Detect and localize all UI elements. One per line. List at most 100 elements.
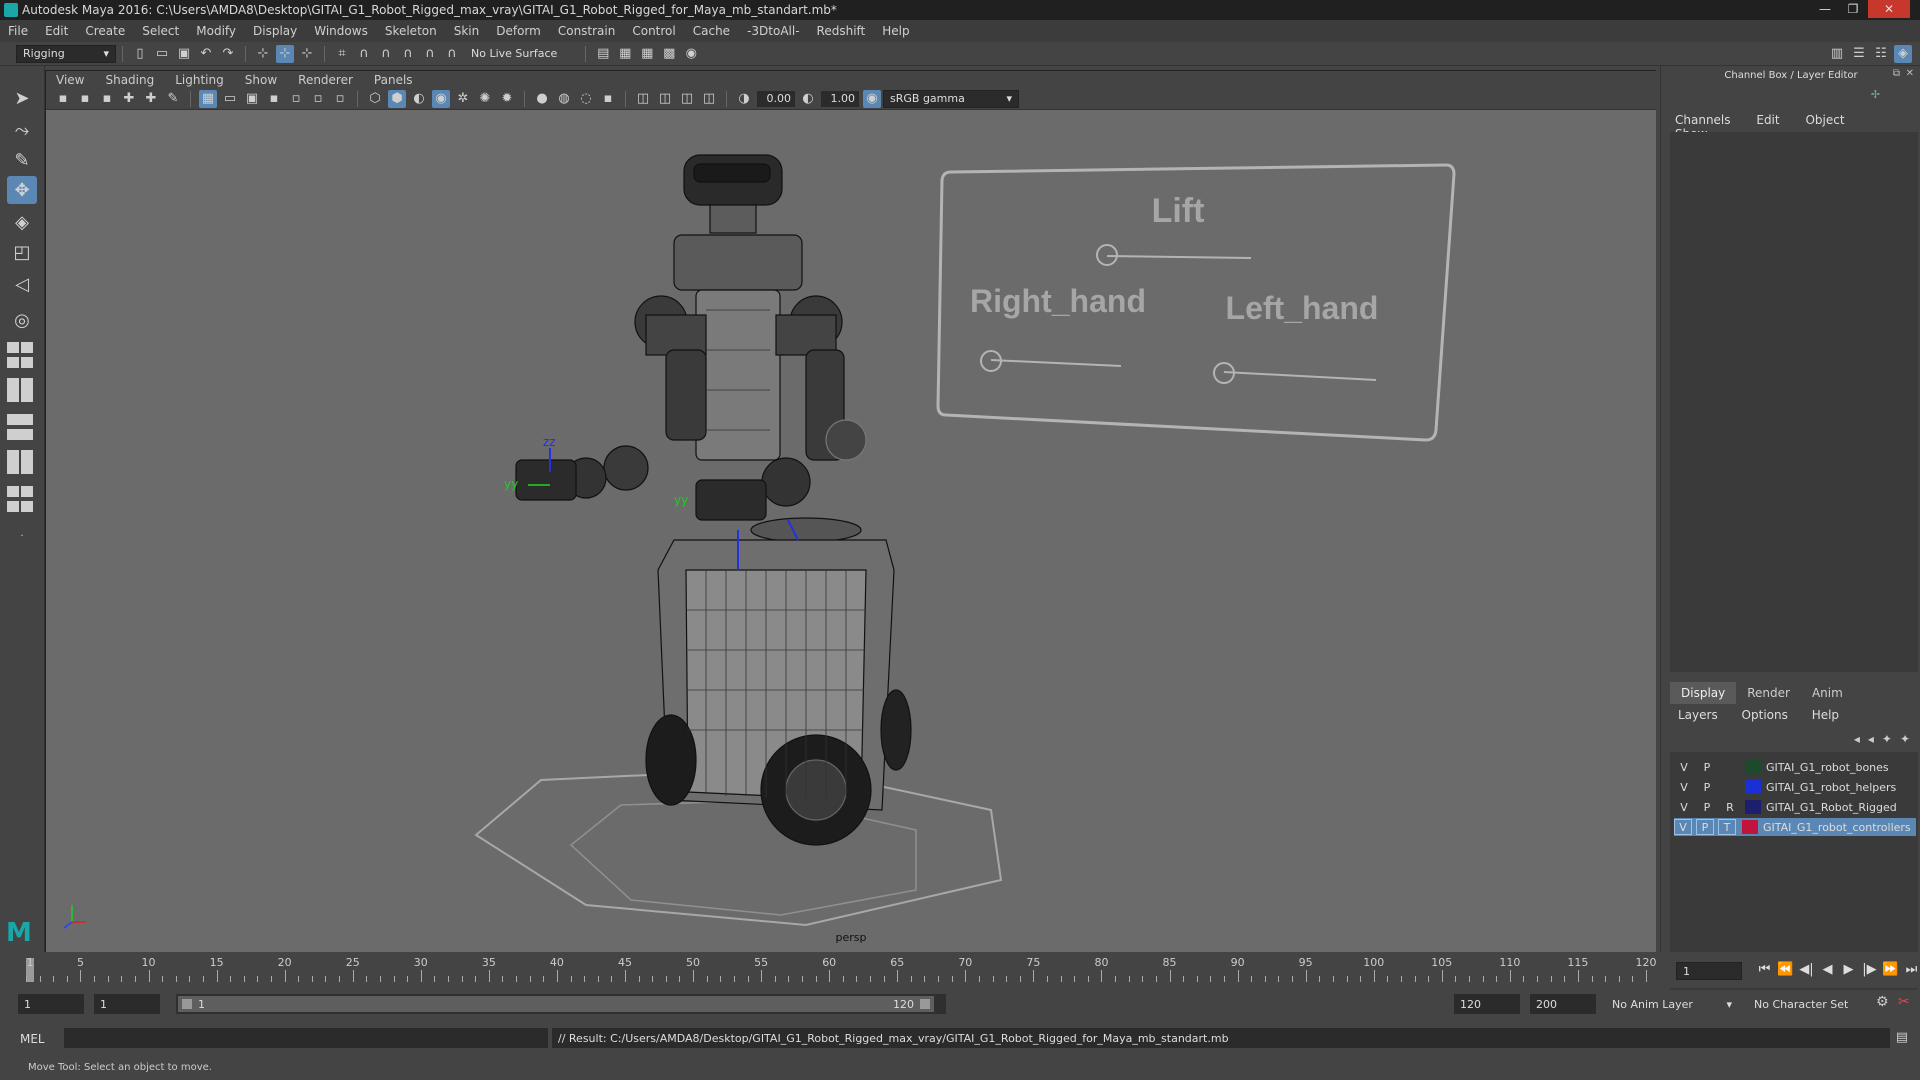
script-editor-icon[interactable]: ▤ <box>1896 1030 1908 1045</box>
last-tool-icon[interactable]: ◁ <box>7 270 37 298</box>
range-start-handle[interactable] <box>182 999 192 1009</box>
layer-row-selected[interactable]: V P T GITAI_G1_robot_controllers <box>1674 818 1916 836</box>
menu-control[interactable]: Control <box>632 24 675 38</box>
viewport-menu-panels[interactable]: Panels <box>374 73 413 87</box>
redo-icon[interactable]: ↷ <box>219 45 237 63</box>
backface-icon[interactable]: ◫ <box>700 90 718 108</box>
menu-redshift[interactable]: Redshift <box>817 24 866 38</box>
channel-list[interactable] <box>1670 132 1918 672</box>
playback-end-field[interactable]: 120 <box>1454 994 1520 1014</box>
menu-skin[interactable]: Skin <box>454 24 480 38</box>
step-back-key-icon[interactable]: ⏪ <box>1775 962 1796 977</box>
menu-create[interactable]: Create <box>85 24 125 38</box>
preferences-icon[interactable]: ✂ <box>1898 994 1910 1010</box>
menu-constrain[interactable]: Constrain <box>558 24 616 38</box>
step-forward-key-icon[interactable]: ⏩ <box>1880 962 1901 977</box>
layer-row[interactable]: V P R GITAI_G1_Robot_Rigged <box>1674 798 1916 816</box>
layout-outliner-icon[interactable] <box>7 486 37 514</box>
exposure-icon[interactable]: ◑ <box>735 90 753 108</box>
playback-start-field[interactable]: 1 <box>94 994 160 1014</box>
options-menu[interactable]: Options <box>1742 708 1788 722</box>
help-menu[interactable]: Help <box>1812 708 1839 722</box>
color-management-icon[interactable]: ◉ <box>863 89 881 108</box>
render-view-icon[interactable]: ▩ <box>660 45 678 63</box>
camera-attributes-icon[interactable]: ▪ <box>76 90 94 108</box>
viewport-menu-view[interactable]: View <box>56 73 84 87</box>
range-slider-track[interactable]: 1 120 <box>176 994 946 1014</box>
maximize-button[interactable]: ❐ <box>1840 0 1866 18</box>
layer-color-swatch[interactable] <box>1745 780 1761 794</box>
auto-key-icon[interactable]: ⚙ <box>1876 994 1889 1010</box>
isolate-select-icon[interactable]: ▪ <box>599 90 617 108</box>
menu-select[interactable]: Select <box>142 24 179 38</box>
command-input[interactable] <box>64 1028 548 1048</box>
xray-active-icon[interactable]: ◫ <box>678 90 696 108</box>
render-settings-icon[interactable]: ▤ <box>594 45 612 63</box>
channels-menu[interactable]: Channels <box>1675 113 1731 127</box>
bookmark-icon[interactable]: ▪ <box>98 90 116 108</box>
smooth-shade-icon[interactable]: ⬢ <box>388 89 406 108</box>
menu-file[interactable]: File <box>8 24 28 38</box>
pan-zoom-icon[interactable]: ✚ <box>142 90 160 108</box>
viewport-menu-renderer[interactable]: Renderer <box>298 73 353 87</box>
layout-three-icon[interactable] <box>7 450 37 478</box>
safe-action-icon[interactable]: ▫ <box>309 90 327 108</box>
select-object-icon[interactable]: ⊹ <box>276 44 294 63</box>
select-tool-icon[interactable]: ➤ <box>7 84 37 112</box>
paint-select-icon[interactable]: ✎ <box>7 146 37 174</box>
edit-menu[interactable]: Edit <box>1756 113 1779 127</box>
menu-windows[interactable]: Windows <box>314 24 368 38</box>
viewport-menu-show[interactable]: Show <box>245 73 277 87</box>
layer-row[interactable]: V P GITAI_G1_robot_helpers <box>1674 778 1916 796</box>
go-to-end-icon[interactable]: ⏭ <box>1901 962 1920 977</box>
playback-toggle[interactable]: P <box>1697 779 1717 795</box>
image-plane-icon[interactable]: ✚ <box>120 90 138 108</box>
play-backward-icon[interactable]: ◀ <box>1817 962 1838 977</box>
field-chart-icon[interactable]: ▫ <box>287 90 305 108</box>
modeling-toolkit-icon[interactable]: ▥ <box>1828 45 1846 63</box>
ipr-render-icon[interactable]: ▦ <box>638 45 656 63</box>
gamma-field[interactable]: 1.00 <box>821 90 859 107</box>
gamma-icon[interactable]: ◐ <box>799 90 817 108</box>
object-menu[interactable]: Object <box>1805 113 1844 127</box>
visibility-toggle[interactable]: V <box>1674 799 1694 815</box>
safe-title-icon[interactable]: ▫ <box>331 90 349 108</box>
new-scene-icon[interactable]: ▯ <box>131 45 149 63</box>
go-to-start-icon[interactable]: ⏮ <box>1754 962 1775 977</box>
script-language-toggle[interactable]: MEL <box>20 1032 45 1046</box>
lights-icon[interactable]: ✲ <box>454 90 472 108</box>
perspective-viewport[interactable]: Lift Right_hand Left_hand zz yy yy persp <box>46 110 1656 952</box>
character-set-dropdown[interactable]: No Character Set <box>1748 994 1868 1014</box>
layer-color-swatch[interactable] <box>1742 820 1758 834</box>
display-type-toggle[interactable] <box>1720 779 1740 795</box>
wireframe-on-shaded-icon[interactable]: ◐ <box>410 90 428 108</box>
snap-surface-icon[interactable]: ∩ <box>421 45 439 63</box>
save-scene-icon[interactable]: ▣ <box>175 45 193 63</box>
viewport-menu-shading[interactable]: Shading <box>105 73 154 87</box>
minimize-button[interactable]: — <box>1812 0 1838 18</box>
layout-stack-icon[interactable] <box>7 414 37 442</box>
select-hierarchy-icon[interactable]: ⊹ <box>254 45 272 63</box>
visibility-toggle[interactable]: V <box>1674 759 1694 775</box>
motion-blur-icon[interactable]: ● <box>533 90 551 108</box>
grease-pencil-icon[interactable]: ✎ <box>164 90 182 108</box>
playback-toggle[interactable]: P <box>1696 819 1714 835</box>
range-start-field[interactable]: 1 <box>18 994 84 1014</box>
play-forward-icon[interactable]: ▶ <box>1838 962 1859 977</box>
soft-select-icon[interactable]: ◎ <box>7 306 37 334</box>
tool-settings-icon[interactable]: ☷ <box>1872 45 1890 63</box>
layer-color-swatch[interactable] <box>1745 800 1761 814</box>
more-layouts-icon[interactable]: · <box>7 522 37 550</box>
new-layer-selected-icon[interactable]: ✦ <box>1900 732 1910 746</box>
layout-four-icon[interactable] <box>7 342 37 370</box>
exposure-field[interactable]: 0.00 <box>757 90 795 107</box>
playback-toggle[interactable]: P <box>1697 759 1717 775</box>
depth-of-field-icon[interactable]: ◌ <box>577 90 595 108</box>
menu-modify[interactable]: Modify <box>196 24 236 38</box>
range-slider-bar[interactable]: 1 120 <box>178 996 934 1012</box>
open-scene-icon[interactable]: ▭ <box>153 45 171 63</box>
undo-icon[interactable]: ↶ <box>197 45 215 63</box>
layers-menu[interactable]: Layers <box>1678 708 1718 722</box>
view-transform-dropdown[interactable]: sRGB gamma ▾ <box>883 89 1019 108</box>
visibility-toggle[interactable]: V <box>1674 779 1694 795</box>
